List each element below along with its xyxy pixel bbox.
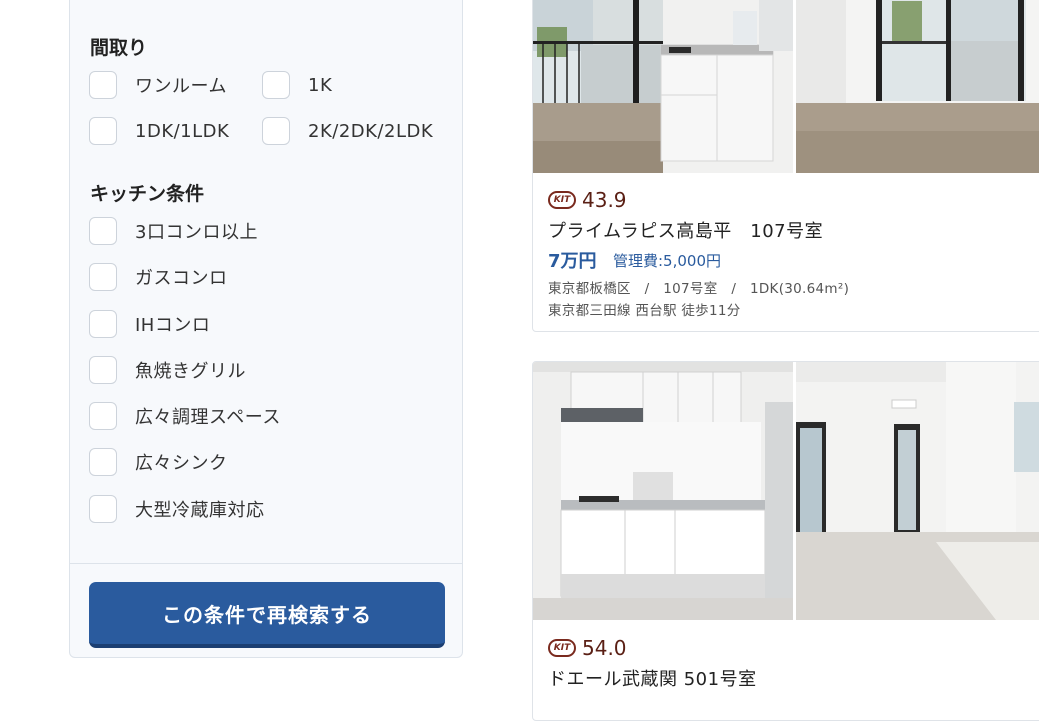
option-label: 大型冷蔵庫対応 — [135, 500, 265, 521]
kit-logo-icon: KIT — [548, 639, 576, 657]
option-label: 広々調理スペース — [135, 407, 281, 428]
layout-option-1dk[interactable]: 1DK/1LDK — [89, 115, 229, 147]
checkbox[interactable] — [89, 117, 117, 145]
checkbox[interactable] — [262, 117, 290, 145]
listing-title[interactable]: ドエール武蔵関 501号室 — [548, 665, 757, 691]
kitchen-photo-image — [533, 0, 793, 173]
kitchen-option-wide-sink[interactable]: 広々シンク — [89, 446, 228, 478]
option-label: 2K/2DK/2LDK — [308, 120, 434, 142]
checkbox[interactable] — [89, 71, 117, 99]
kitchen-section-title: キッチン条件 — [90, 183, 205, 205]
listing-access: 東京都三田線 西台駅 徒歩11分 — [548, 303, 741, 319]
listing-card[interactable]: KIT 54.0 ドエール武蔵関 501号室 — [532, 361, 1039, 721]
listing-photo[interactable] — [796, 362, 1039, 620]
kitchen-option-fish-grill[interactable]: 魚焼きグリル — [89, 354, 246, 386]
kitchen-option-large-fridge[interactable]: 大型冷蔵庫対応 — [89, 493, 265, 525]
kit-score-row: KIT 54.0 — [548, 636, 627, 660]
listing-rent: 7万円 — [548, 251, 597, 272]
checkbox[interactable] — [89, 263, 117, 291]
kit-score-row: KIT 43.9 — [548, 188, 627, 212]
checkbox[interactable] — [89, 402, 117, 430]
re-search-button[interactable]: この条件で再検索する — [89, 582, 445, 648]
option-label: 広々シンク — [135, 453, 228, 474]
divider — [70, 563, 462, 564]
option-label: ワンルーム — [135, 76, 227, 97]
checkbox[interactable] — [262, 71, 290, 99]
option-label: ガスコンロ — [135, 268, 228, 289]
option-label: 3口コンロ以上 — [135, 222, 258, 243]
layout-option-1k[interactable]: 1K — [262, 69, 332, 101]
checkbox[interactable] — [89, 495, 117, 523]
listing-details: 東京都板橋区 / 107号室 / 1DK(30.64m²) — [548, 281, 850, 297]
kitchen-photo-image — [533, 362, 793, 620]
checkbox[interactable] — [89, 448, 117, 476]
layout-section-title: 間取り — [90, 37, 148, 59]
kitchen-option-wide-counter[interactable]: 広々調理スペース — [89, 400, 281, 432]
listing-management-fee: 管理費:5,000円 — [613, 252, 721, 270]
kitchen-option-3-burner[interactable]: 3口コンロ以上 — [89, 215, 258, 247]
layout-option-2k[interactable]: 2K/2DK/2LDK — [262, 115, 433, 147]
option-label: 1K — [308, 74, 333, 96]
kit-score: 43.9 — [582, 188, 627, 212]
checkbox[interactable] — [89, 310, 117, 338]
kit-logo-icon: KIT — [548, 191, 576, 209]
checkbox[interactable] — [89, 217, 117, 245]
listing-card[interactable]: KIT 43.9 プライムラピス高島平 107号室 7万円 管理費:5,000円… — [532, 0, 1039, 332]
listing-photo[interactable] — [533, 362, 793, 620]
listing-photo[interactable] — [533, 0, 793, 173]
option-label: 1DK/1LDK — [135, 120, 230, 142]
listing-photo[interactable] — [796, 0, 1039, 173]
room-photo-image — [796, 362, 1039, 620]
checkbox[interactable] — [89, 356, 117, 384]
option-label: 魚焼きグリル — [135, 361, 246, 382]
kitchen-option-gas-stove[interactable]: ガスコンロ — [89, 261, 228, 293]
filter-panel: 間取り ワンルーム 1K 1DK/1LDK 2K/2DK/2LDK キッチン条件… — [69, 0, 463, 658]
layout-option-one-room[interactable]: ワンルーム — [89, 69, 227, 101]
listing-title[interactable]: プライムラピス高島平 107号室 — [548, 217, 823, 243]
room-photo-image — [796, 0, 1039, 173]
kit-score: 54.0 — [582, 636, 627, 660]
option-label: IHコンロ — [135, 315, 211, 336]
kitchen-option-ih-stove[interactable]: IHコンロ — [89, 308, 210, 340]
